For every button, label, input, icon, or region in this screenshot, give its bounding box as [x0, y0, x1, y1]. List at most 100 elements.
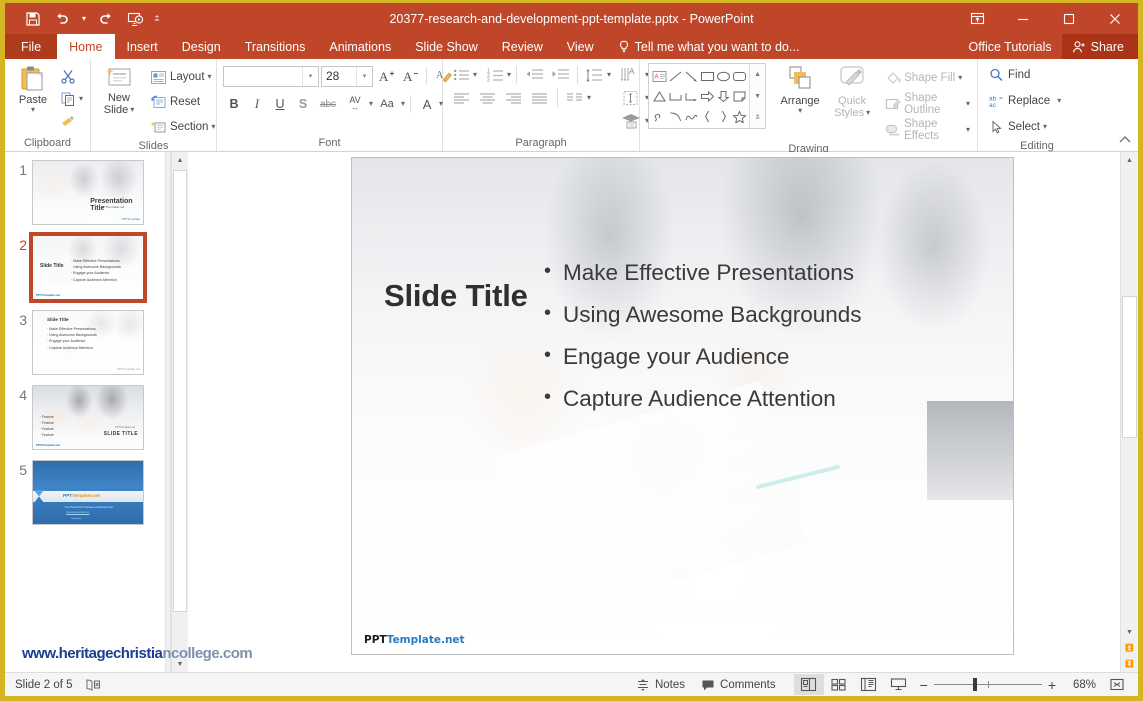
shape-down-arrow[interactable]	[715, 86, 731, 106]
shape-star[interactable]	[731, 106, 747, 126]
shapes-gallery-more-icon[interactable]: ⩲	[750, 108, 765, 128]
tab-home[interactable]: Home	[57, 34, 114, 59]
shapes-scroll-down-icon[interactable]: ▼	[750, 86, 765, 106]
thumbnail-slide-2[interactable]: 2 Slide Title ‧ Make Effective Presentat…	[5, 231, 165, 306]
replace-dropdown-icon[interactable]: ▾	[1057, 97, 1061, 105]
bullets-button[interactable]	[451, 66, 471, 84]
thumbnail-scroll-thumb[interactable]	[173, 170, 187, 612]
shape-folded-corner[interactable]	[731, 86, 747, 106]
office-tutorials-link[interactable]: Office Tutorials	[959, 40, 1062, 54]
shape-scribble[interactable]	[651, 106, 667, 126]
paste-dropdown-icon[interactable]: ▾	[31, 106, 35, 114]
underline-button[interactable]: U	[269, 93, 291, 115]
tell-me-search[interactable]: Tell me what you want to do...	[610, 34, 808, 59]
select-button[interactable]: Select ▾	[986, 116, 1064, 138]
slide-sorter-view-button[interactable]	[824, 674, 854, 695]
shape-curve[interactable]	[683, 106, 699, 126]
shapes-gallery-scrollbar[interactable]: ▲ ▼ ⩲	[749, 64, 765, 128]
slide-scroll-thumb[interactable]	[1122, 296, 1137, 438]
collapse-ribbon-icon[interactable]	[1118, 134, 1132, 149]
close-icon[interactable]	[1092, 3, 1138, 34]
layout-button[interactable]: Layout ▾	[147, 66, 218, 88]
zoom-slider[interactable]	[934, 677, 1042, 693]
section-dropdown-icon[interactable]: ▾	[211, 123, 215, 131]
text-shadow-button[interactable]: S	[292, 93, 314, 115]
previous-slide-icon[interactable]: ⏫	[1121, 640, 1138, 656]
slide-canvas[interactable]: Slide Title • Make Effective Presentatio…	[351, 157, 1014, 655]
normal-view-button[interactable]	[794, 674, 824, 695]
tab-review[interactable]: Review	[490, 34, 555, 59]
ribbon-display-options-icon[interactable]	[954, 3, 1000, 34]
start-from-beginning-icon[interactable]	[121, 7, 149, 31]
select-dropdown-icon[interactable]: ▾	[1043, 123, 1047, 131]
shape-effects-button[interactable]: Shape Effects ▾	[882, 119, 973, 141]
save-icon[interactable]	[19, 7, 47, 31]
tab-slide-show[interactable]: Slide Show	[403, 34, 490, 59]
numbering-dropdown-icon[interactable]: ▾	[507, 71, 511, 79]
copy-dropdown-icon[interactable]: ▾	[79, 95, 83, 103]
zoom-in-button[interactable]: +	[1048, 677, 1056, 693]
zoom-out-button[interactable]: −	[920, 677, 928, 693]
thumbnail-scrollbar[interactable]: ▲ ▼	[171, 152, 188, 672]
thumbnail-scroll-track[interactable]	[172, 168, 188, 656]
cut-button[interactable]	[57, 65, 86, 87]
thumbnail-frame-4[interactable]: ‧ Feature ‧ Feature ‧ Feature ‧ Feature …	[32, 385, 144, 450]
thumbnail-slide-3[interactable]: 3 Slide Title ‧ Make Effective Presentat…	[5, 306, 165, 381]
change-case-dropdown-icon[interactable]: ▾	[401, 100, 405, 108]
slide-bullet-list[interactable]: • Make Effective Presentations • Using A…	[544, 258, 974, 426]
quick-styles-button[interactable]: Quick Styles ▾	[828, 63, 876, 121]
zoom-slider-handle[interactable]	[973, 678, 977, 691]
thumbnail-frame-2[interactable]: Slide Title ‧ Make Effective Presentatio…	[32, 235, 144, 300]
character-spacing-dropdown-icon[interactable]: ▾	[369, 100, 373, 108]
shape-triangle[interactable]	[651, 86, 667, 106]
section-button[interactable]: Section ▾	[147, 116, 218, 138]
slide-show-view-button[interactable]	[884, 674, 914, 695]
tab-insert[interactable]: Insert	[115, 34, 170, 59]
align-left-button[interactable]	[451, 89, 471, 107]
redo-icon[interactable]	[92, 7, 120, 31]
zoom-percentage[interactable]: 68%	[1062, 679, 1096, 691]
thumbnail-slide-5[interactable]: 5 PPTTemplate.net Free PowerPoint Templa…	[5, 456, 165, 531]
align-right-button[interactable]	[503, 89, 523, 107]
notes-button[interactable]: Notes	[628, 673, 693, 696]
slide-scroll-down-icon[interactable]: ▼	[1121, 624, 1138, 640]
shape-fill-button[interactable]: Shape Fill ▾	[882, 67, 973, 89]
character-spacing-button[interactable]: AV ↔	[342, 93, 368, 115]
font-color-button[interactable]: A	[416, 93, 438, 115]
spell-check-icon[interactable]	[85, 678, 101, 692]
center-button[interactable]	[477, 89, 497, 107]
maximize-icon[interactable]	[1046, 3, 1092, 34]
undo-icon[interactable]	[48, 7, 76, 31]
shape-right-brace[interactable]	[715, 106, 731, 126]
thumbnail-slide-1[interactable]: 1 Presentation Title PPTTemplate.net PPT…	[5, 156, 165, 231]
shape-effects-dropdown-icon[interactable]: ▾	[966, 126, 970, 134]
justify-button[interactable]	[529, 89, 549, 107]
bold-button[interactable]: B	[223, 93, 245, 115]
shape-line[interactable]	[667, 66, 683, 86]
slide-indicator[interactable]: Slide 2 of 5	[15, 679, 73, 691]
bullets-dropdown-icon[interactable]: ▾	[473, 71, 477, 79]
thumbnail-frame-3[interactable]: Slide Title ‧ Make Effective Presentatio…	[32, 310, 144, 375]
decrease-font-size-button[interactable]: A	[399, 65, 421, 87]
arrange-dropdown-icon[interactable]: ▾	[798, 107, 802, 115]
shape-arc[interactable]	[667, 106, 683, 126]
shape-rounded-rectangle[interactable]	[731, 66, 747, 86]
slide-scroll-track[interactable]	[1121, 168, 1138, 624]
shape-left-brace[interactable]	[699, 106, 715, 126]
shape-fill-dropdown-icon[interactable]: ▾	[958, 74, 962, 82]
shape-outline-dropdown-icon[interactable]: ▾	[966, 100, 970, 108]
paste-button[interactable]: Paste ▾	[9, 62, 57, 116]
reading-view-button[interactable]	[854, 674, 884, 695]
font-size-dropdown-icon[interactable]: ▾	[356, 67, 372, 86]
new-slide-button[interactable]: New Slide ▾	[95, 62, 143, 118]
next-slide-icon[interactable]: ⏬	[1121, 656, 1138, 672]
shape-text-box[interactable]: A	[651, 66, 667, 86]
new-slide-dropdown-icon[interactable]: ▾	[130, 106, 134, 114]
increase-font-size-button[interactable]: A	[375, 65, 397, 87]
tab-animations[interactable]: Animations	[317, 34, 403, 59]
shape-oval[interactable]	[715, 66, 731, 86]
thumbnail-scroll-up-icon[interactable]: ▲	[172, 152, 188, 168]
share-button[interactable]: Share	[1062, 34, 1138, 59]
font-size-combo[interactable]: 28 ▾	[321, 66, 373, 87]
arrange-button[interactable]: Arrange ▾	[776, 63, 824, 117]
